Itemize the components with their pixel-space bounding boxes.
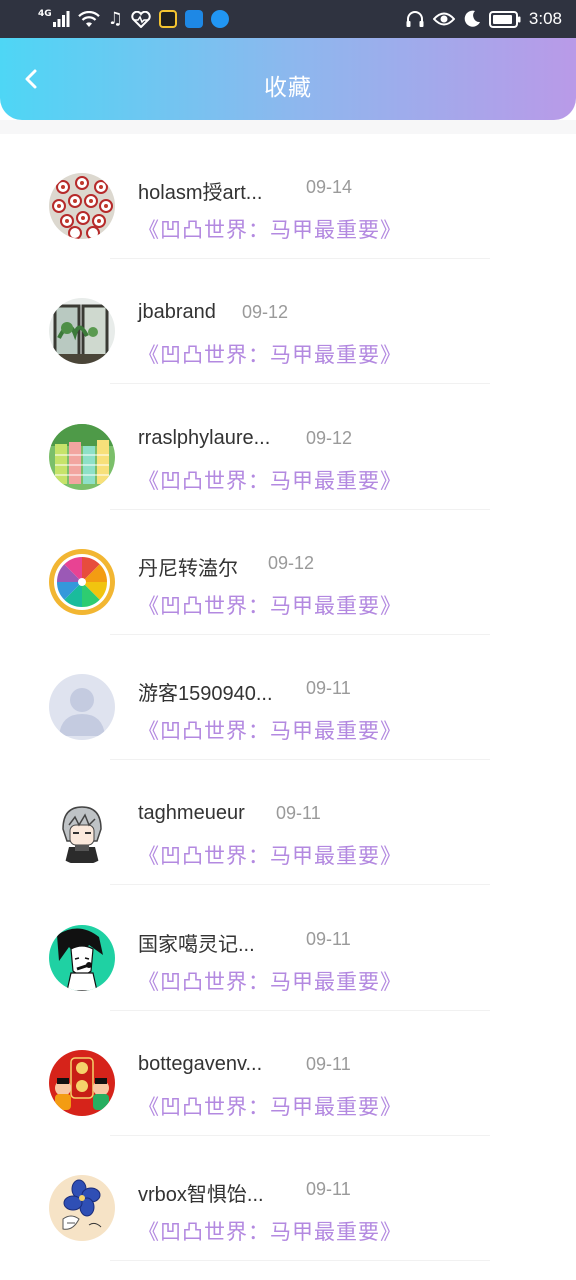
item-date: 09-11 [306, 1054, 351, 1075]
network-type: 4G [38, 8, 52, 19]
app-icon [158, 10, 177, 28]
item-username: 丹尼转溘尔 [138, 557, 238, 580]
anime-boy-avatar[interactable] [49, 799, 115, 866]
battery-icon [488, 10, 521, 28]
item-date: 09-14 [306, 177, 353, 197]
list-item[interactable]: 游客1590940... 09-11 《凹凸世界：马甲最重要》 [0, 635, 576, 761]
default-user-avatar[interactable] [49, 674, 115, 741]
moon-icon [463, 10, 481, 28]
list-item[interactable]: holasm授art... 09-14 《凹凸世界：马甲最重要》 [0, 134, 576, 259]
list-item[interactable]: taghmeueur 09-11 《凹凸世界：马甲最重要》 [0, 760, 576, 886]
item-book-title[interactable]: 《凹凸世界：马甲最重要》 [138, 465, 402, 495]
item-date: 09-12 [268, 552, 315, 573]
item-book-title[interactable]: 《凹凸世界：马甲最重要》 [138, 966, 402, 996]
list-item[interactable]: 丹尼转溘尔 09-12 《凹凸世界：马甲最重要》 [0, 510, 576, 635]
item-username: 游客1590940... [138, 683, 273, 706]
item-book-title[interactable]: 《凹凸世界：马甲最重要》 [138, 339, 402, 369]
wifi-icon [77, 10, 100, 28]
header-bar: 收藏 [0, 38, 576, 120]
status-bar: 4G ♫ 3:08 [0, 0, 576, 38]
divider [110, 1260, 490, 1262]
item-username: holasm授art... [138, 182, 263, 204]
item-username: jbabrand [138, 301, 216, 324]
status-left: 4G ♫ [38, 8, 229, 29]
colorful-garden-avatar[interactable] [49, 423, 115, 490]
anime-character-avatar[interactable] [49, 924, 115, 991]
item-book-title[interactable]: 《凹凸世界：马甲最重要》 [138, 840, 402, 870]
item-book-title[interactable]: 《凹凸世界：马甲最重要》 [138, 715, 402, 745]
music-note-icon: ♫ [107, 8, 123, 29]
item-username: 国家噶灵记... [138, 933, 255, 956]
eye-icon [432, 11, 455, 27]
item-date: 09-12 [242, 302, 289, 323]
list-item[interactable]: bottegavenv... 09-11 《凹凸世界：马甲最重要》 [0, 1011, 576, 1137]
new-year-avatar[interactable] [49, 1050, 115, 1117]
app-icon [210, 10, 229, 28]
clock-time: 3:08 [528, 9, 562, 28]
item-date: 09-11 [306, 1179, 351, 1200]
item-date: 09-11 [276, 803, 321, 824]
list-item[interactable]: vrbox智惧饴... 09-11 《凹凸世界：马甲最重要》 [0, 1136, 576, 1262]
item-username: vrbox智惧饴... [138, 1184, 264, 1207]
list-item[interactable]: rraslphylaure... 09-12 《凹凸世界：马甲最重要》 [0, 385, 576, 510]
heart-pulse-icon [131, 10, 151, 28]
status-right: 3:08 [405, 9, 562, 29]
list-item[interactable]: jbabrand 09-12 《凹凸世界：马甲最重要》 [0, 259, 576, 385]
item-date: 09-12 [306, 427, 353, 448]
citrus-wheel-avatar[interactable] [49, 548, 115, 615]
blue-flower-avatar[interactable] [49, 1175, 115, 1242]
favorites-list: holasm授art... 09-14 《凹凸世界：马甲最重要》 jbabran… [0, 134, 576, 1262]
flower-pattern-avatar[interactable] [49, 173, 115, 239]
page-title: 收藏 [264, 75, 312, 101]
item-date: 09-11 [306, 928, 351, 949]
item-book-title[interactable]: 《凹凸世界：马甲最重要》 [138, 214, 402, 244]
app-icon [184, 10, 203, 28]
signal-icon: 4G [38, 8, 70, 27]
header-spacer [0, 120, 576, 134]
item-book-title[interactable]: 《凹凸世界：马甲最重要》 [138, 1216, 402, 1246]
headphones-icon [405, 10, 425, 28]
window-plant-avatar[interactable] [49, 298, 115, 365]
item-username: rraslphylaure... [138, 426, 271, 449]
item-username: taghmeueur [138, 802, 245, 825]
item-book-title[interactable]: 《凹凸世界：马甲最重要》 [138, 590, 402, 620]
list-item[interactable]: 国家噶灵记... 09-11 《凹凸世界：马甲最重要》 [0, 886, 576, 1011]
item-date: 09-11 [306, 678, 351, 699]
item-username: bottegavenv... [138, 1053, 263, 1076]
item-book-title[interactable]: 《凹凸世界：马甲最重要》 [138, 1091, 402, 1121]
